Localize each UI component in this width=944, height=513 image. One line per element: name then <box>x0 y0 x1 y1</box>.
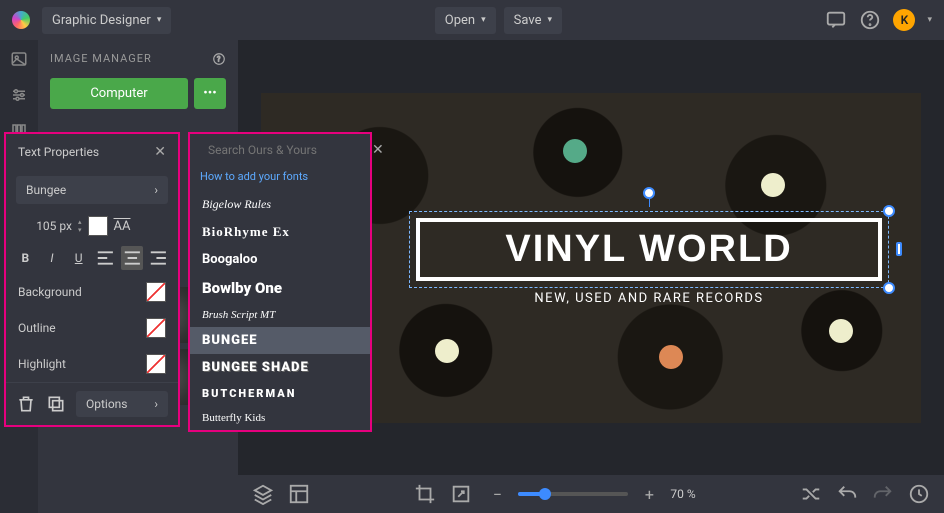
top-bar: Graphic Designer ▾ Open ▾ Save ▾ K ▾ <box>0 0 944 40</box>
zoom-out-button[interactable]: − <box>486 483 508 505</box>
open-label: Open <box>445 13 475 28</box>
avatar[interactable]: K <box>893 9 915 31</box>
outline-label: Outline <box>18 321 56 335</box>
font-item-selected[interactable]: BUNGEE <box>190 327 370 354</box>
font-name-label: Bungee <box>26 183 66 197</box>
crop-icon[interactable] <box>414 483 436 505</box>
rotate-handle[interactable] <box>643 187 655 199</box>
font-family-select[interactable]: Bungee › <box>16 176 168 204</box>
vinyl-decor <box>829 319 853 343</box>
vinyl-decor <box>435 339 459 363</box>
font-size-stepper[interactable]: ▴▾ <box>78 218 82 234</box>
mode-label: Graphic Designer <box>52 13 151 28</box>
shuffle-icon[interactable] <box>800 483 822 505</box>
save-label: Save <box>514 13 542 28</box>
chevron-down-icon: ▾ <box>547 15 552 25</box>
bold-button[interactable]: B <box>14 246 37 270</box>
font-picker-panel: ✕ How to add your fonts Bigelow Rules Bi… <box>188 132 372 432</box>
chevron-right-icon: › <box>154 183 158 197</box>
chevron-down-icon: ▾ <box>157 15 162 25</box>
open-button[interactable]: Open ▾ <box>435 7 496 34</box>
chat-icon[interactable] <box>825 9 847 31</box>
chevron-down-icon: ▾ <box>481 15 486 25</box>
font-item[interactable]: Bowlby One <box>190 273 370 303</box>
layers-icon[interactable] <box>252 483 274 505</box>
font-item[interactable]: BUNGEE SHADE <box>190 354 370 381</box>
add-fonts-link[interactable]: How to add your fonts <box>190 166 370 191</box>
close-icon[interactable]: ✕ <box>372 142 384 158</box>
text-case-icon[interactable]: AA <box>114 219 131 234</box>
italic-button[interactable]: I <box>41 246 64 270</box>
expand-icon[interactable] <box>450 483 472 505</box>
highlight-label: Highlight <box>18 357 66 371</box>
avatar-letter: K <box>901 13 909 27</box>
font-item[interactable]: BUTCHERMAN <box>190 381 370 406</box>
subline-text: NEW, USED AND RARE RECORDS <box>409 291 889 306</box>
font-list[interactable]: Bigelow Rules BioRhyme Ex Boogaloo Bowlb… <box>190 191 370 430</box>
vinyl-decor <box>761 173 785 197</box>
text-properties-panel: Text Properties ✕ Bungee › ▴▾ AA B I U B… <box>4 132 180 427</box>
font-size-input[interactable] <box>16 219 72 233</box>
align-center-button[interactable] <box>121 246 144 270</box>
resize-handle[interactable] <box>883 205 895 217</box>
outline-color-swatch[interactable] <box>146 318 166 338</box>
vinyl-decor <box>563 139 587 163</box>
align-left-button[interactable] <box>94 246 117 270</box>
selected-text-element[interactable]: VINYL WORLD NEW, USED AND RARE RECORDS <box>409 211 889 288</box>
slider-thumb[interactable] <box>539 488 551 500</box>
chevron-right-icon: › <box>154 397 158 411</box>
delete-icon[interactable] <box>16 392 36 416</box>
svg-text:?: ? <box>217 55 221 63</box>
font-item[interactable]: BioRhyme Ex <box>190 218 370 246</box>
headline-text[interactable]: VINYL WORLD <box>434 228 864 271</box>
close-icon[interactable]: ✕ <box>154 144 166 160</box>
computer-upload-button[interactable]: Computer <box>50 78 188 109</box>
text-color-swatch[interactable] <box>88 216 108 236</box>
background-color-swatch[interactable] <box>146 282 166 302</box>
zoom-in-button[interactable]: + <box>638 483 660 505</box>
zoom-value: 70 % <box>670 487 695 501</box>
zoom-control: − + 70 % <box>486 483 695 505</box>
redo-icon[interactable] <box>872 483 894 505</box>
chevron-down-icon[interactable]: ▾ <box>927 15 932 25</box>
undo-icon[interactable] <box>836 483 858 505</box>
more-upload-button[interactable]: ••• <box>194 78 226 109</box>
sliders-tool-icon[interactable] <box>10 86 28 104</box>
font-search-input[interactable] <box>208 143 364 157</box>
app-logo <box>12 11 30 29</box>
mode-dropdown[interactable]: Graphic Designer ▾ <box>42 7 171 34</box>
align-right-button[interactable] <box>147 246 170 270</box>
font-item[interactable]: Brush Script MT <box>190 303 370 327</box>
text-format-toolbar: B I U <box>6 242 178 274</box>
highlight-color-swatch[interactable] <box>146 354 166 374</box>
options-label: Options <box>86 397 128 411</box>
vinyl-decor <box>659 345 683 369</box>
help-icon[interactable] <box>859 9 881 31</box>
options-button[interactable]: Options › <box>76 391 168 417</box>
font-item[interactable]: Butterfly Kids <box>190 406 370 430</box>
help-icon[interactable]: ? <box>212 52 226 66</box>
panel-title: IMAGE MANAGER <box>50 52 152 66</box>
duplicate-icon[interactable] <box>46 392 66 416</box>
font-item[interactable]: Boogaloo <box>190 246 370 273</box>
panel-title: Text Properties <box>18 145 99 159</box>
font-item[interactable]: Bigelow Rules <box>190 191 370 218</box>
history-icon[interactable] <box>908 483 930 505</box>
template-icon[interactable] <box>288 483 310 505</box>
zoom-slider[interactable] <box>518 492 628 496</box>
underline-button[interactable]: U <box>67 246 90 270</box>
resize-handle[interactable] <box>896 242 902 256</box>
background-label: Background <box>18 285 82 299</box>
image-tool-icon[interactable] <box>10 50 28 68</box>
save-button[interactable]: Save ▾ <box>504 7 562 34</box>
bottom-toolbar: − + 70 % <box>238 475 944 513</box>
